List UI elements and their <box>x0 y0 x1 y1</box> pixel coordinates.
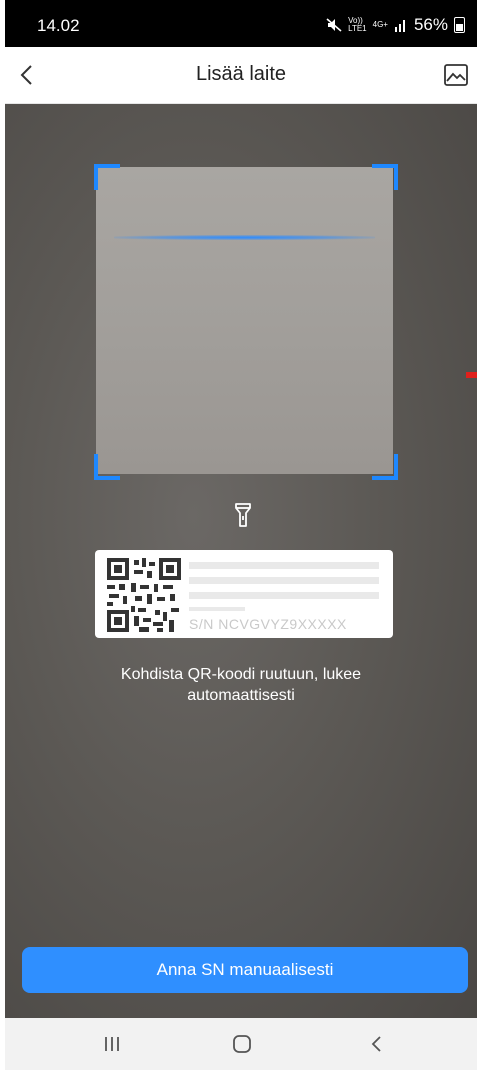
system-navigation-bar <box>5 1018 477 1070</box>
signal-icon <box>394 20 405 32</box>
image-gallery-icon[interactable] <box>443 62 469 88</box>
lte-label: LTE1 <box>348 24 367 33</box>
qr-code-icon <box>107 558 181 632</box>
label-placeholder-lines <box>189 562 379 619</box>
app-header: Lisää laite <box>5 47 477 104</box>
battery-icon <box>454 17 465 33</box>
serial-number-sample: S/N NCVGVYZ9XXXXX <box>189 616 347 632</box>
net-type: 4G+ <box>372 20 388 29</box>
scan-corner-bottom-right <box>372 454 398 480</box>
page-title: Lisää laite <box>195 63 287 85</box>
status-time: 14.02 <box>37 16 80 35</box>
scan-line <box>114 235 375 240</box>
red-mark <box>466 372 477 378</box>
scan-hint: Kohdista QR-koodi ruutuun, lukee automaa… <box>120 666 362 704</box>
scan-corner-top-right <box>372 164 398 190</box>
home-icon[interactable] <box>227 1032 257 1056</box>
label-line <box>189 562 379 569</box>
scan-corner-top-left <box>94 164 120 190</box>
manual-sn-button[interactable]: Anna SN manuaalisesti <box>22 947 468 993</box>
scan-area <box>96 167 393 474</box>
battery-percent: 56% <box>413 15 448 34</box>
network-indicator: Vo)) LTE1 <box>348 17 367 33</box>
mute-icon <box>326 18 342 32</box>
back-icon[interactable] <box>362 1032 392 1056</box>
sample-label-card: S/N NCVGVYZ9XXXXX <box>95 550 393 638</box>
status-bar: 14.02 Vo)) LTE1 4G+ 56% <box>5 0 477 47</box>
recent-apps-icon[interactable] <box>97 1032 127 1056</box>
flashlight-icon[interactable] <box>231 502 255 528</box>
label-line <box>189 592 379 599</box>
status-indicators: Vo)) LTE1 4G+ 56% <box>326 15 465 35</box>
label-line <box>189 577 379 584</box>
camera-preview: S/N NCVGVYZ9XXXXX Kohdista QR-koodi ruut… <box>5 104 477 1018</box>
label-line <box>189 607 245 611</box>
scan-corner-bottom-left <box>94 454 120 480</box>
